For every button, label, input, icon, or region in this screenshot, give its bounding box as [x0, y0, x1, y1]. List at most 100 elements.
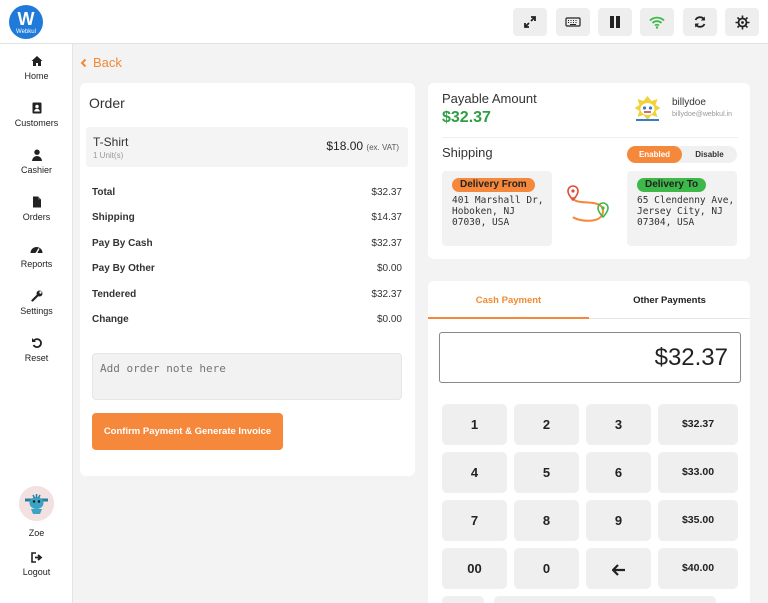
- keypad-backspace-button[interactable]: [586, 548, 651, 589]
- keypad-key-2[interactable]: 2: [514, 404, 579, 445]
- item-price-value: $18.00: [326, 139, 364, 153]
- logo-letter: W: [17, 9, 35, 29]
- delivery-to-address: 65 Clendenny Ave, Jersey City, NJ 07304,…: [637, 195, 735, 228]
- keypad-key-9[interactable]: 9: [586, 500, 651, 541]
- cashier-icon: [31, 149, 42, 161]
- settings-icon: [735, 15, 749, 29]
- summary-label: Pay By Cash: [92, 238, 153, 249]
- settings-button[interactable]: [725, 8, 759, 36]
- customers-icon: [32, 102, 41, 114]
- quick-amount-button[interactable]: $40.00: [658, 548, 738, 589]
- keypad-key-8[interactable]: 8: [514, 500, 579, 541]
- quick-amount-button[interactable]: $35.00: [658, 500, 738, 541]
- summary-label: Tendered: [92, 289, 137, 300]
- summary-value: $32.37: [371, 238, 402, 249]
- delivery-from-address: 401 Marshall Dr, Hoboken, NJ 07030, USA: [452, 195, 544, 228]
- customer-email: billydoe@webkul.in: [672, 111, 733, 118]
- refresh-button[interactable]: [683, 8, 717, 36]
- user-name: Zoe: [28, 528, 45, 538]
- logout-button[interactable]: Logout: [0, 552, 73, 577]
- sidebar-item-customers[interactable]: Customers: [0, 102, 73, 128]
- item-name: T-Shirt: [93, 135, 129, 149]
- quick-amount-button[interactable]: $32.37: [658, 404, 738, 445]
- confirm-payment-button[interactable]: Confirm Payment & Generate Invoice: [92, 413, 283, 450]
- sidebar-item-label: Orders: [22, 212, 51, 222]
- wrench-icon: [30, 290, 42, 302]
- summary-value: $0.00: [376, 314, 402, 325]
- order-title: Order: [89, 95, 125, 111]
- keypad-key-7[interactable]: 7: [442, 500, 507, 541]
- shipping-enabled-option[interactable]: Enabled: [627, 146, 682, 163]
- customer-avatar-image: [634, 96, 661, 121]
- customer-avatar[interactable]: [632, 93, 663, 124]
- user-avatar[interactable]: [19, 486, 54, 521]
- wifi-button[interactable]: [640, 8, 674, 36]
- summary-value: $32.37: [371, 187, 402, 198]
- summary-label: Change: [92, 314, 129, 325]
- sidebar-item-label: Home: [24, 71, 49, 81]
- sidebar-item-cashier[interactable]: Cashier: [0, 149, 73, 175]
- route-icon: [567, 185, 609, 222]
- wifi-icon: [649, 16, 665, 29]
- keypad-key-0[interactable]: 0: [514, 548, 579, 589]
- quick-amount-button[interactable]: $33.00: [658, 452, 738, 493]
- item-price: $18.00 (ex. VAT): [326, 139, 399, 153]
- sidebar: Home Customers Cashier Orders Reports Se…: [0, 44, 73, 603]
- shipping-disable-option[interactable]: Disable: [682, 146, 737, 163]
- keypad-key-partial[interactable]: [442, 596, 484, 603]
- sidebar-item-reports[interactable]: Reports: [0, 243, 73, 269]
- payable-panel: Payable Amount $32.37 billydoe billydoe@…: [428, 83, 750, 259]
- keypad-key-1[interactable]: 1: [442, 404, 507, 445]
- keypad-key-5[interactable]: 5: [514, 452, 579, 493]
- refresh-icon: [694, 16, 706, 28]
- sidebar-item-label: Reports: [20, 259, 53, 269]
- backspace-icon: [610, 563, 625, 576]
- cart-line-item[interactable]: T-Shirt 1 Unit(s) $18.00 (ex. VAT): [86, 127, 408, 167]
- summary-value: $14.37: [371, 212, 402, 223]
- sidebar-item-label: Cashier: [20, 165, 52, 175]
- pause-button[interactable]: [598, 8, 632, 36]
- back-link[interactable]: Back: [80, 55, 122, 70]
- summary-row-pay-by-other: Pay By Other $0.00: [92, 263, 402, 279]
- order-note-input[interactable]: [92, 353, 402, 400]
- shipping-title: Shipping: [442, 145, 493, 160]
- keypad-key-4[interactable]: 4: [442, 452, 507, 493]
- summary-value: $32.37: [371, 289, 402, 300]
- keyboard-button[interactable]: [556, 8, 590, 36]
- summary-row-shipping: Shipping $14.37: [92, 212, 402, 228]
- summary-row-total: Total $32.37: [92, 187, 402, 203]
- sidebar-item-home[interactable]: Home: [0, 55, 73, 81]
- keypad-key-partial[interactable]: [494, 596, 716, 603]
- sidebar-item-reset[interactable]: Reset: [0, 337, 73, 363]
- fullscreen-icon: [524, 16, 536, 28]
- tab-other-payments[interactable]: Other Payments: [589, 281, 750, 319]
- sidebar-item-label: Customers: [14, 118, 59, 128]
- summary-label: Shipping: [92, 212, 135, 223]
- payable-amount: $32.37: [442, 109, 491, 126]
- home-icon: [31, 56, 42, 66]
- chevron-left-icon: [80, 58, 87, 67]
- sidebar-item-settings[interactable]: Settings: [0, 290, 73, 316]
- webkul-logo[interactable]: W Webkul: [9, 5, 43, 39]
- pause-icon: [610, 16, 620, 28]
- sidebar-item-orders[interactable]: Orders: [0, 196, 73, 222]
- reports-icon: [30, 247, 43, 254]
- orders-icon: [32, 196, 41, 208]
- summary-row-change: Change $0.00: [92, 314, 402, 330]
- tab-cash-payment[interactable]: Cash Payment: [428, 281, 589, 319]
- customer-name: billydoe: [672, 97, 706, 108]
- keypad-key-00[interactable]: 00: [442, 548, 507, 589]
- shipping-toggle[interactable]: Enabled Disable: [627, 146, 737, 163]
- keypad-key-6[interactable]: 6: [586, 452, 651, 493]
- keypad-key-3[interactable]: 3: [586, 404, 651, 445]
- logout-label: Logout: [22, 567, 51, 577]
- summary-label: Total: [92, 187, 116, 198]
- payable-title: Payable Amount: [442, 91, 537, 106]
- logo-text: Webkul: [16, 29, 36, 35]
- sidebar-item-label: Settings: [20, 306, 53, 316]
- delivery-from-badge: Delivery From: [452, 178, 535, 192]
- fullscreen-button[interactable]: [513, 8, 547, 36]
- top-bar: W Webkul: [0, 0, 768, 44]
- payment-panel: Cash Payment Other Payments $32.37 1 2 3…: [428, 281, 750, 603]
- tender-amount-display[interactable]: $32.37: [439, 332, 741, 383]
